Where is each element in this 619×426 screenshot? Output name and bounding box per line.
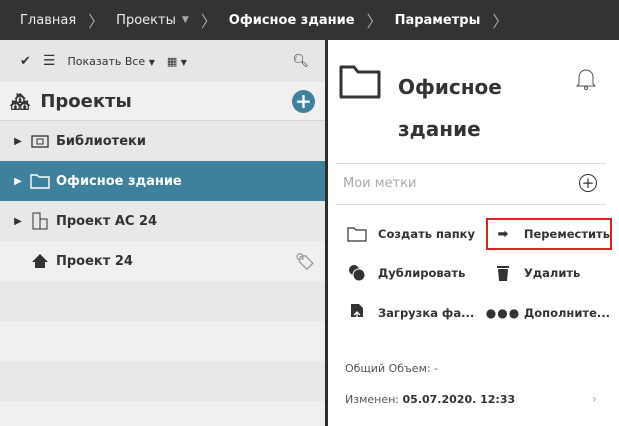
chevron-right-icon: 〉 [200, 12, 217, 31]
caret-down-icon[interactable]: ▼ [182, 15, 189, 25]
chevron-right-icon: 〉 [492, 12, 509, 31]
modified-info: Изменен: 05.07.2020. 12:33 [345, 393, 515, 406]
projects-header: 🏘︎ Проекты + [0, 82, 325, 121]
more-icon: ●●● [485, 306, 521, 320]
building-icon [28, 212, 52, 230]
action-label: Дублировать [378, 266, 466, 280]
arrow-right-icon: ➡ [497, 226, 509, 242]
tree-toolbar: ✔ ☰ Показать Все ▼ ▦ ▼ 🔍︎ [0, 40, 325, 82]
tree-item-p24[interactable]: Проект 24 🏷︎ [0, 241, 325, 281]
more-button[interactable]: ●●● Дополните... [485, 298, 610, 328]
filter-dropdown[interactable]: Показать Все ▼ [67, 55, 154, 68]
filter-label: Показать Все [67, 54, 146, 68]
action-label: Загрузка фа... [378, 306, 475, 320]
folder-icon [338, 64, 382, 104]
breadcrumb-home[interactable]: Главная [20, 13, 76, 28]
tag-icon[interactable]: 🏷︎ [295, 252, 315, 271]
projects-panel: ✔ ☰ Показать Все ▼ ▦ ▼ 🔍︎ 🏘︎ Проекты + ▶… [0, 40, 325, 426]
tree-item-ac24[interactable]: ▶ Проект АС 24 [0, 201, 325, 241]
breadcrumb-projects[interactable]: Проекты [116, 13, 176, 28]
bell-icon[interactable] [575, 66, 597, 94]
upload-button[interactable]: Загрузка фа... [342, 298, 474, 328]
expand-icon[interactable]: ▶ [0, 216, 28, 227]
chevron-right-icon[interactable]: › [592, 392, 597, 406]
move-button[interactable]: ➡ Переместить [486, 218, 612, 250]
tree-item-label: Проект 24 [56, 253, 133, 269]
tree-item-libraries[interactable]: ▶ Библиотеки [0, 121, 325, 161]
breadcrumb-params[interactable]: Параметры [395, 13, 481, 28]
breadcrumb: Главная 〉 Проекты ▼ 〉 Офисное здание 〉 Парам… [0, 0, 619, 40]
modified-value: 05.07.2020. 12:33 [402, 393, 516, 406]
breadcrumb-office[interactable]: Офисное здание [229, 13, 355, 28]
action-label: Удалить [524, 266, 581, 280]
chevron-right-icon: 〉 [88, 12, 105, 31]
add-project-button[interactable]: + [292, 89, 315, 113]
calendar-icon: ▦ [166, 54, 178, 68]
house-icon [28, 253, 52, 269]
tree-item-office[interactable]: ▶ Офисное здание [0, 161, 325, 201]
folder-title: Офисное здание [398, 75, 502, 141]
details-panel: Офисное здание Мои метки + Создать папку… [328, 40, 619, 426]
expand-icon[interactable]: ▶ [0, 176, 28, 187]
library-folder-icon [28, 134, 52, 148]
check-icon[interactable]: ✔ [20, 54, 31, 69]
folder-icon [342, 226, 372, 242]
calendar-dropdown[interactable]: ▦ ▼ [167, 55, 187, 68]
search-icon[interactable]: 🔍︎ [292, 54, 309, 69]
tree-item-label: Библиотеки [56, 133, 146, 149]
modified-label: Изменен: [345, 393, 400, 406]
file-upload-icon [342, 303, 372, 323]
tags-input[interactable]: Мои метки [343, 176, 416, 191]
size-label: Общий Объем: [345, 362, 431, 375]
chevron-right-icon: 〉 [366, 12, 383, 31]
list-icon[interactable]: ☰ [43, 53, 56, 69]
delete-button[interactable]: Удалить [488, 258, 580, 288]
total-size: Общий Объем: - [345, 362, 438, 375]
expand-icon[interactable]: ▶ [0, 136, 28, 147]
trash-icon [488, 265, 518, 282]
action-label: Создать папку [378, 227, 475, 241]
add-tag-button[interactable]: + [579, 174, 597, 192]
projects-title: Проекты [40, 90, 132, 112]
duplicate-button[interactable]: Дублировать [342, 258, 465, 288]
action-label: Переместить [523, 227, 610, 241]
action-label: Дополните... [524, 306, 610, 320]
folder-icon [28, 173, 52, 189]
create-folder-button[interactable]: Создать папку [342, 219, 475, 249]
tree-item-label: Проект АС 24 [56, 213, 158, 229]
size-value: - [434, 362, 439, 375]
duplicate-icon [342, 264, 372, 282]
tree-item-label: Офисное здание [56, 173, 182, 189]
projects-icon: 🏘︎ [10, 91, 31, 111]
